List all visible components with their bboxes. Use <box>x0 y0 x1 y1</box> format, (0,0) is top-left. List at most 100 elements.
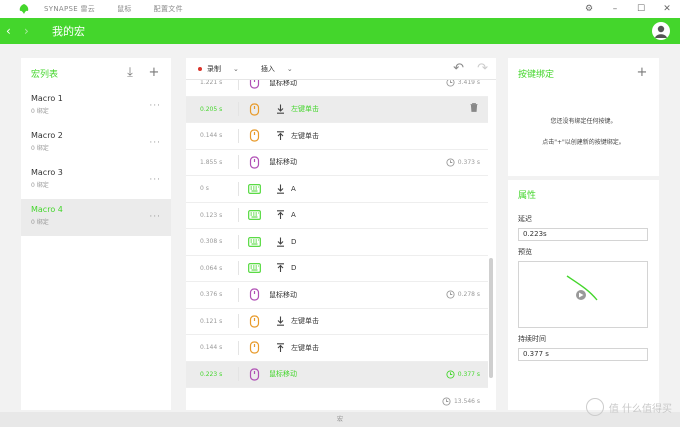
record-dot-icon <box>198 66 202 71</box>
more-icon[interactable]: ··· <box>149 175 161 185</box>
mouse-move-icon <box>239 288 269 301</box>
undo-icon[interactable]: ↶ <box>453 61 464 76</box>
release-up-icon <box>269 210 291 220</box>
macro-event-row[interactable]: 0.223 s 鼠标移动 0.377 s <box>186 361 488 388</box>
macro-event-row[interactable]: 1.221 s 鼠标移动 3.419 s <box>186 80 488 97</box>
maximize-icon[interactable]: ☐ <box>628 4 654 14</box>
mouse-move-icon <box>239 368 269 381</box>
event-delay[interactable]: 1.855 s <box>186 159 238 166</box>
macro-item-2[interactable]: Macro 2 0 绑定 ··· <box>21 125 171 162</box>
properties-title: 属性 <box>518 190 537 201</box>
scrollbar[interactable] <box>489 258 493 378</box>
event-delay[interactable]: 1.221 s <box>186 80 238 86</box>
mouse-icon <box>239 315 269 328</box>
macro-event-row[interactable]: 0.376 s 鼠标移动 0.278 s <box>186 282 488 309</box>
redo-icon[interactable]: ↷ <box>477 61 488 76</box>
keyboard-icon <box>239 210 269 221</box>
event-duration[interactable]: 3.419 s <box>446 80 480 87</box>
nav-mouse[interactable]: 鼠标 <box>117 4 132 14</box>
event-delay[interactable]: 0.223 s <box>186 371 238 378</box>
macro-event-row[interactable]: 0.308 s D <box>186 229 488 256</box>
event-label: A <box>291 184 296 193</box>
press-down-icon <box>269 104 291 114</box>
macro-event-row[interactable]: 0.123 s A <box>186 203 488 229</box>
macro-item-4[interactable]: Macro 4 0 绑定 ··· <box>21 199 171 236</box>
nav-synapse[interactable]: SYNAPSE 雷云 <box>44 4 95 14</box>
event-duration[interactable]: 0.377 s <box>446 370 480 379</box>
macro-event-row[interactable]: 0.121 s 左键单击 <box>186 309 488 335</box>
duration-label: 持续时间 <box>518 335 546 343</box>
clock-icon <box>446 158 455 167</box>
event-delay[interactable]: 0.123 s <box>186 212 238 219</box>
delay-label: 延迟 <box>518 215 532 223</box>
import-icon[interactable]: ⤓ <box>123 66 137 80</box>
press-down-icon <box>269 237 291 247</box>
event-delay[interactable]: 0.205 s <box>186 106 238 113</box>
event-label: 鼠标移动 <box>269 370 297 379</box>
duration-input[interactable]: 0.377 s <box>518 348 648 361</box>
event-label: 鼠标移动 <box>269 158 297 167</box>
bottom-label: 宏 <box>336 416 343 423</box>
settings-icon[interactable]: ⚙ <box>576 4 602 14</box>
preview-label: 预览 <box>518 248 532 256</box>
macro-event-row[interactable]: 0.144 s 左键单击 <box>186 123 488 150</box>
more-icon[interactable]: ··· <box>149 138 161 148</box>
keyboard-icon <box>239 183 269 194</box>
more-icon[interactable]: ··· <box>149 101 161 111</box>
clock-icon <box>442 396 451 406</box>
event-delay[interactable]: 0.064 s <box>186 265 238 272</box>
clock-icon <box>446 370 455 379</box>
mouse-icon <box>239 341 269 354</box>
event-delay[interactable]: 0 s <box>186 185 238 192</box>
mouse-move-icon <box>239 156 269 169</box>
no-binding-message: 您还没有绑定任何按键。 <box>550 118 617 125</box>
delete-icon[interactable] <box>470 103 478 115</box>
total-duration: 13.546 s <box>186 392 496 410</box>
macro-list-panel: 宏列表 ⤓ + Macro 1 0 绑定 ··· Macro 2 0 绑定 ··… <box>21 58 171 410</box>
avatar[interactable] <box>652 22 670 40</box>
press-down-icon <box>269 184 291 194</box>
binding-hint: 点击"+"以创建新的按键绑定。 <box>542 139 625 146</box>
event-delay[interactable]: 0.121 s <box>186 318 238 325</box>
watermark-text: 值 什么值得买 <box>608 403 672 415</box>
back-icon[interactable]: ‹ <box>6 24 20 38</box>
event-delay[interactable]: 0.376 s <box>186 291 238 298</box>
event-label: 左键单击 <box>291 131 319 140</box>
event-duration-value: 0.373 s <box>457 158 480 166</box>
event-label: D <box>291 264 297 273</box>
record-button[interactable]: 录制 <box>207 64 221 74</box>
event-delay[interactable]: 0.144 s <box>186 344 238 351</box>
forward-icon[interactable]: › <box>24 24 38 38</box>
event-duration-value: 0.278 s <box>457 291 480 299</box>
clock-icon <box>446 290 455 299</box>
record-dropdown-icon[interactable]: ⌄ <box>233 65 239 73</box>
motion-preview[interactable] <box>518 261 648 328</box>
delay-input[interactable]: 0.223s <box>518 228 648 241</box>
macro-event-row[interactable]: 0.144 s 左键单击 <box>186 335 488 362</box>
add-binding-icon[interactable]: + <box>635 66 649 80</box>
page-header: ‹ › 我的宏 <box>0 18 680 44</box>
event-duration[interactable]: 0.373 s <box>446 158 480 167</box>
add-macro-icon[interactable]: + <box>147 66 161 80</box>
macro-editor-panel: 录制 ⌄ 插入 ⌄ ↶ ↷ 1.221 s 鼠标移动 3.419 s 0.205 s 左… <box>186 58 496 410</box>
minimize-icon[interactable]: – <box>602 4 628 14</box>
event-delay[interactable]: 0.308 s <box>186 238 238 245</box>
insert-dropdown-icon[interactable]: ⌄ <box>287 65 293 73</box>
event-label: 鼠标移动 <box>269 80 297 87</box>
event-delay[interactable]: 0.144 s <box>186 132 238 139</box>
macro-event-row[interactable]: 0.205 s 左键单击 <box>186 96 488 123</box>
macro-binding-count: 0 绑定 <box>31 145 49 152</box>
macro-event-row[interactable]: 0.064 s D <box>186 256 488 282</box>
close-icon[interactable]: ✕ <box>654 4 680 14</box>
event-duration[interactable]: 0.278 s <box>446 290 480 299</box>
more-icon[interactable]: ··· <box>149 212 161 222</box>
event-label: 鼠标移动 <box>269 290 297 299</box>
event-label: 左键单击 <box>291 343 319 352</box>
macro-event-row[interactable]: 1.855 s 鼠标移动 0.373 s <box>186 150 488 176</box>
macro-item-3[interactable]: Macro 3 0 绑定 ··· <box>21 162 171 199</box>
nav-profiles[interactable]: 配置文件 <box>154 4 183 14</box>
macro-name: Macro 2 <box>31 131 63 140</box>
insert-button[interactable]: 插入 <box>261 64 275 74</box>
macro-event-row[interactable]: 0 s A <box>186 176 488 203</box>
macro-item-1[interactable]: Macro 1 0 绑定 ··· <box>21 88 171 125</box>
